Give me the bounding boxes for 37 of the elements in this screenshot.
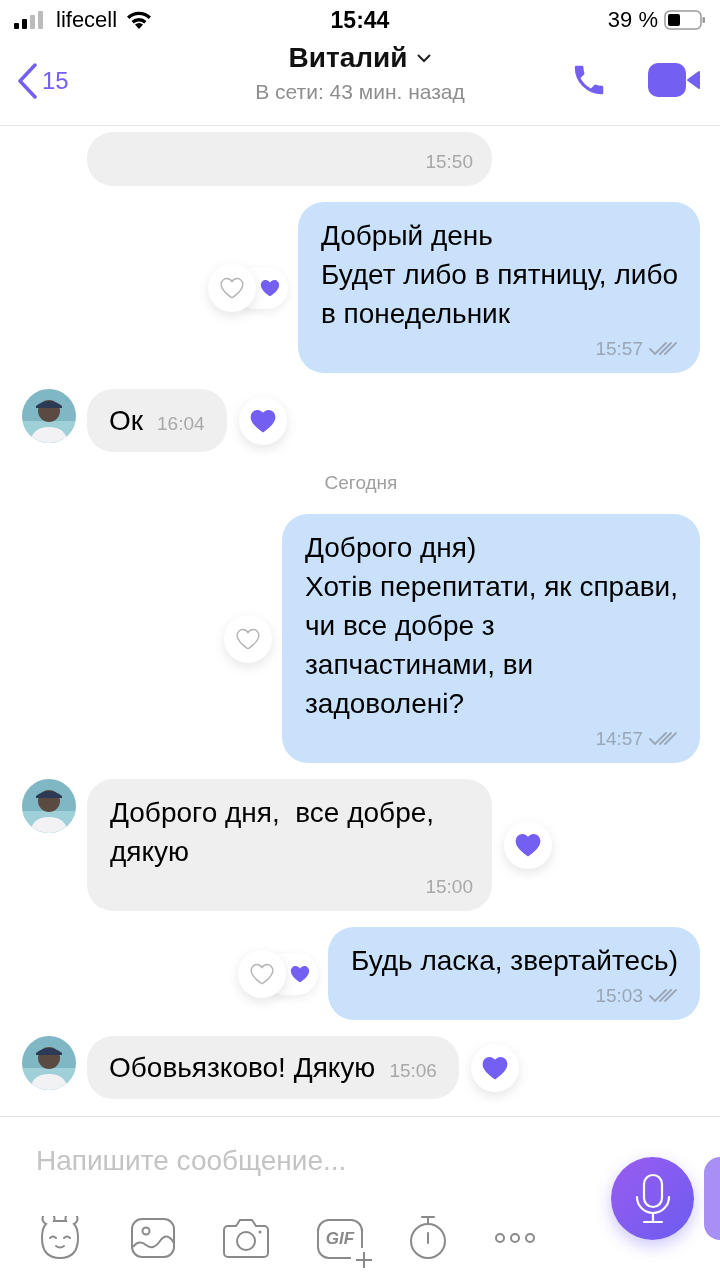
message-text: Доброго дня, все добре, дякую (110, 796, 436, 869)
action-button[interactable] (704, 1157, 720, 1240)
contact-name[interactable]: Виталий (288, 42, 408, 74)
wifi-icon (125, 10, 154, 30)
image-icon[interactable] (130, 1217, 176, 1259)
message-time: 15:50 (425, 151, 473, 173)
message-time: 15:00 (425, 876, 473, 898)
message-text: Будь ласка, звертайтесь) (350, 944, 678, 978)
avatar[interactable] (22, 1036, 76, 1090)
microphone-button[interactable] (611, 1157, 694, 1240)
message-time: 15:57 (595, 338, 643, 360)
battery-percent: 39 % (607, 7, 658, 33)
message-time: 14:57 (595, 728, 643, 750)
message-time: 15:03 (595, 985, 643, 1007)
filled-heart-icon[interactable] (513, 831, 543, 859)
back-button[interactable]: 15 (16, 62, 69, 99)
avatar[interactable] (22, 779, 76, 833)
clock: 15:44 (329, 6, 391, 34)
message-time: 15:06 (389, 1060, 437, 1082)
message-text: Доброго дня) Хотів перепитати, як справи, чи все добре з запчастинами, ви задоволені? (305, 531, 678, 721)
more-icon[interactable] (494, 1232, 536, 1244)
message-time: 16:04 (157, 413, 205, 435)
message-text: Ок (109, 404, 144, 438)
message-text: Обовьязково! Дякую (109, 1051, 376, 1085)
like-button[interactable] (504, 821, 552, 869)
camera-icon[interactable] (222, 1217, 270, 1259)
stopwatch-icon[interactable] (408, 1215, 448, 1261)
battery-icon (664, 10, 706, 30)
avatar[interactable] (22, 389, 76, 443)
date-separator: Сегодня (324, 472, 398, 494)
back-chevron-icon[interactable] (16, 62, 38, 99)
message-text: Добрый день Будет либо в пятницу, либо в понедельник (320, 219, 678, 331)
carrier-name: lifecell (56, 7, 118, 33)
video-camera-icon[interactable] (648, 60, 700, 99)
last-seen-status: В сети: 43 мин. назад (255, 80, 465, 104)
gif-button[interactable]: GIF (316, 1218, 374, 1270)
chevron-down-icon[interactable] (417, 53, 432, 63)
